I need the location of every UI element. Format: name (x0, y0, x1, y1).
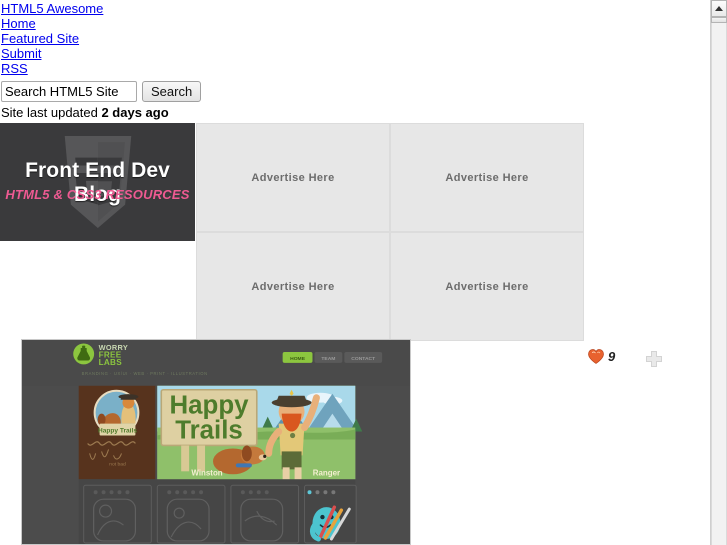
scrollbar-track[interactable] (711, 23, 727, 545)
svg-text:Happy Trails: Happy Trails (98, 428, 137, 435)
heart-icon[interactable] (588, 349, 604, 364)
last-updated-value: 2 days ago (101, 105, 169, 120)
page-viewport: HTML5 Awesome Home Featured Site Submit … (0, 0, 710, 545)
svg-text:Winston: Winston (191, 468, 222, 477)
like-widget[interactable]: 9 (588, 349, 615, 364)
advertise-grid: Advertise Here Advertise Here Advertise … (196, 123, 584, 341)
last-updated-text: Site last updated 2 days ago (1, 105, 710, 120)
svg-text:BRANDING · UX/UI · WEB · PRINT: BRANDING · UX/UI · WEB · PRINT · ILLUSTR… (82, 371, 208, 376)
promo-strip: Front End Dev Blog HTML5 & CSS3 RESOURCE… (0, 123, 710, 367)
vertical-scrollbar[interactable] (710, 0, 727, 545)
last-updated-label: Site last updated (1, 105, 102, 120)
svg-text:Trails: Trails (175, 416, 243, 444)
ad-slot-2[interactable]: Advertise Here (390, 123, 584, 232)
nav-link-featured-site[interactable]: Featured Site (1, 31, 79, 46)
like-count: 9 (608, 349, 616, 364)
svg-text:HOME: HOME (290, 356, 306, 362)
nav-link-submit[interactable]: Submit (1, 46, 41, 61)
search-form: Search (1, 81, 710, 102)
svg-text:Happy: Happy (170, 392, 250, 420)
nav-link-rss[interactable]: RSS (1, 61, 28, 76)
banner-subtitle: HTML5 & CSS3 RESOURCES (5, 187, 190, 202)
plus-icon[interactable] (645, 350, 663, 368)
nav-link-home[interactable]: Home (1, 16, 36, 31)
svg-text:CONTACT: CONTACT (351, 356, 375, 362)
chevron-up-icon (715, 6, 723, 11)
featured-site-thumbnail[interactable]: WORRY FREE LABS BRANDING · UX/UI · WEB ·… (21, 339, 411, 545)
main-navigation: HTML5 Awesome Home Featured Site Submit … (0, 1, 710, 76)
search-input[interactable] (1, 81, 137, 102)
nav-link-html5-awesome[interactable]: HTML5 Awesome (1, 1, 103, 16)
svg-text:not bad: not bad (109, 461, 126, 467)
sponsor-banner-front-end-dev-blog[interactable]: Front End Dev Blog HTML5 & CSS3 RESOURCE… (0, 123, 195, 241)
svg-text:TEAM: TEAM (321, 356, 335, 362)
svg-text:Ranger: Ranger (313, 468, 340, 477)
ad-slot-1[interactable]: Advertise Here (196, 123, 390, 232)
scrollbar-up-button[interactable] (711, 0, 727, 17)
ad-slot-3[interactable]: Advertise Here (196, 232, 390, 341)
featured-site-screenshot-image: WORRY FREE LABS BRANDING · UX/UI · WEB ·… (22, 340, 410, 544)
ad-slot-4[interactable]: Advertise Here (390, 232, 584, 341)
search-button[interactable]: Search (142, 81, 202, 102)
svg-text:LABS: LABS (99, 358, 123, 367)
